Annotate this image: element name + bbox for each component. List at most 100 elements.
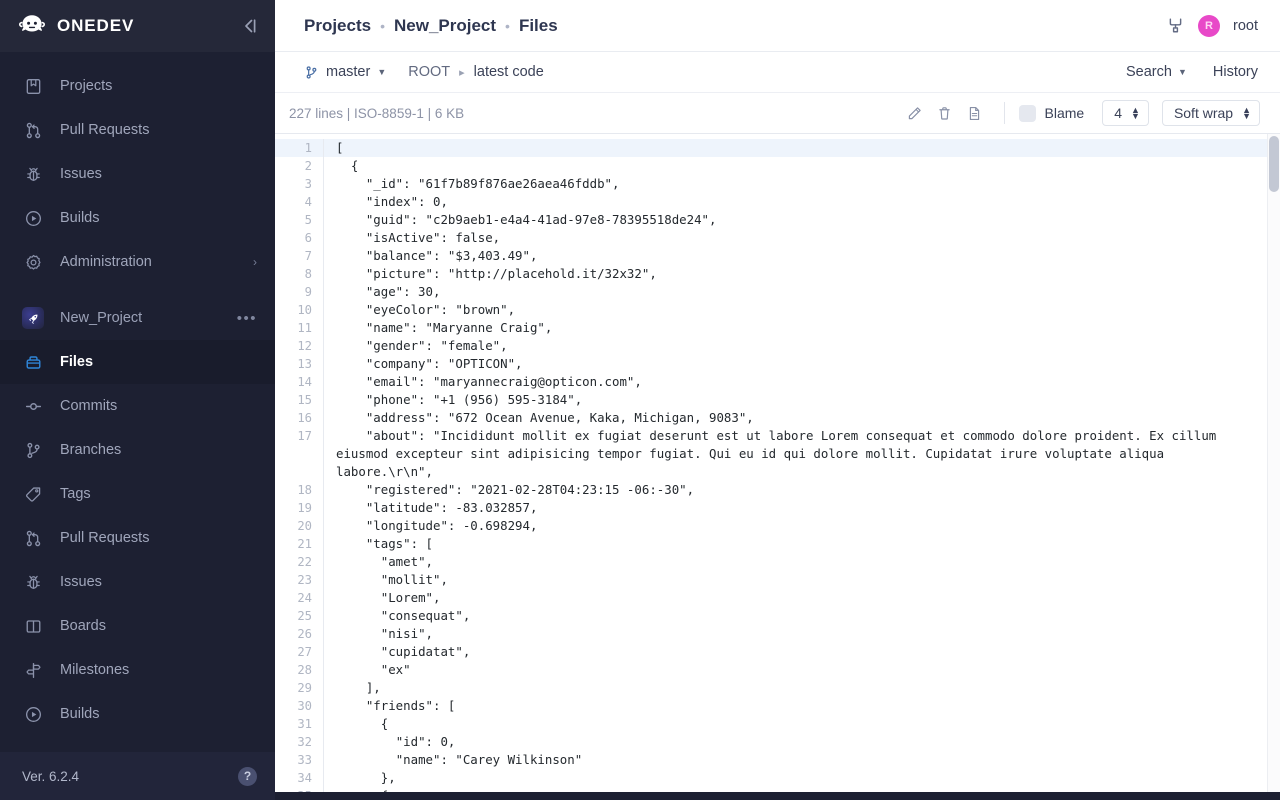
sidebar-item-label: Pull Requests (60, 530, 257, 546)
tab-size-select[interactable]: 4 ▲▼ (1102, 100, 1149, 126)
code-line[interactable]: 10 "eyeColor": "brown", (275, 301, 1280, 319)
line-number: 32 (275, 733, 323, 751)
code-line[interactable]: 34 }, (275, 769, 1280, 787)
sidebar-item-issues[interactable]: Issues (0, 152, 275, 196)
code-text: "company": "OPTICON", (324, 355, 1280, 373)
trash-icon[interactable] (930, 100, 960, 126)
breadcrumb-new-project[interactable]: New_Project (394, 16, 496, 36)
code-line[interactable]: 24 "Lorem", (275, 589, 1280, 607)
milestone-icon (22, 659, 44, 681)
sidebar-item-files[interactable]: Files (0, 340, 275, 384)
code-line[interactable]: 14 "email": "maryannecraig@opticon.com", (275, 373, 1280, 391)
code-line[interactable]: 12 "gender": "female", (275, 337, 1280, 355)
brand-name: ONEDEV (57, 16, 239, 36)
code-line[interactable]: 21 "tags": [ (275, 535, 1280, 553)
code-line[interactable]: 33 "name": "Carey Wilkinson" (275, 751, 1280, 769)
code-text: [ (324, 139, 1280, 157)
code-line[interactable]: 13 "company": "OPTICON", (275, 355, 1280, 373)
sidebar-item-label: Projects (60, 78, 257, 94)
avatar[interactable]: R (1198, 15, 1220, 37)
code-line[interactable]: 25 "consequat", (275, 607, 1280, 625)
code-line[interactable]: 7 "balance": "$3,403.49", (275, 247, 1280, 265)
help-icon[interactable]: ? (238, 767, 257, 786)
code-line[interactable]: 28 "ex" (275, 661, 1280, 679)
code-line[interactable]: 3 "_id": "61f7b89f876ae26aea46fddb", (275, 175, 1280, 193)
sidebar-item-new-project[interactable]: New_Project ••• (0, 296, 275, 340)
vertical-scrollbar[interactable] (1267, 134, 1280, 792)
blame-toggle[interactable] (1019, 105, 1036, 122)
code-line[interactable]: 30 "friends": [ (275, 697, 1280, 715)
path-root[interactable]: ROOT (408, 64, 450, 80)
pencil-icon[interactable] (900, 100, 930, 126)
code-text: ], (324, 679, 1280, 697)
code-text: { (324, 715, 1280, 733)
sidebar-item-pull-requests[interactable]: Pull Requests (0, 108, 275, 152)
sidebar-item-label: Boards (60, 618, 257, 634)
play-circle-icon (22, 207, 44, 229)
code-line[interactable]: 26 "nisi", (275, 625, 1280, 643)
code-line[interactable]: 22 "amet", (275, 553, 1280, 571)
sidebar-item-builds[interactable]: Builds (0, 196, 275, 240)
sidebar-brand[interactable]: ONEDEV (0, 0, 275, 52)
sidebar-item-boards[interactable]: Boards (0, 604, 275, 648)
code-line[interactable]: 15 "phone": "+1 (956) 595-3184", (275, 391, 1280, 409)
blame-label[interactable]: Blame (1045, 105, 1085, 121)
code-line[interactable]: 29 ], (275, 679, 1280, 697)
code-line[interactable]: 16 "address": "672 Ocean Avenue, Kaka, M… (275, 409, 1280, 427)
search-label: Search (1126, 64, 1172, 80)
code-line[interactable]: 1[ (275, 139, 1280, 157)
code-line[interactable]: 35 { (275, 787, 1280, 792)
line-number: 2 (275, 157, 323, 175)
sidebar-item-tags[interactable]: Tags (0, 472, 275, 516)
code-line[interactable]: 18 "registered": "2021-02-28T04:23:15 -0… (275, 481, 1280, 499)
toolbar-divider (1004, 102, 1005, 124)
code-lines[interactable]: 1[2 {3 "_id": "61f7b89f876ae26aea46fddb"… (275, 134, 1280, 792)
code-line[interactable]: 8 "picture": "http://placehold.it/32x32"… (275, 265, 1280, 283)
code-line[interactable]: 31 { (275, 715, 1280, 733)
gear-icon (22, 251, 44, 273)
sidebar-item-milestones[interactable]: Milestones (0, 648, 275, 692)
breadcrumb-files[interactable]: Files (519, 16, 558, 36)
project-more-icon[interactable]: ••• (237, 311, 257, 326)
code-line[interactable]: 23 "mollit", (275, 571, 1280, 589)
git-fork-icon[interactable] (1166, 16, 1185, 35)
code-text: "ex" (324, 661, 1280, 679)
line-number: 21 (275, 535, 323, 553)
code-line[interactable]: 5 "guid": "c2b9aeb1-e4a4-41ad-97e8-78395… (275, 211, 1280, 229)
line-number: 27 (275, 643, 323, 661)
username-label[interactable]: root (1233, 18, 1258, 34)
branch-selector[interactable]: master ▼ (304, 64, 386, 80)
history-button[interactable]: History (1213, 64, 1258, 80)
wrap-mode-select[interactable]: Soft wrap ▲▼ (1162, 100, 1260, 126)
code-line[interactable]: 11 "name": "Maryanne Craig", (275, 319, 1280, 337)
code-line[interactable]: 19 "latitude": -83.032857, (275, 499, 1280, 517)
scrollbar-thumb[interactable] (1269, 136, 1279, 192)
document-icon[interactable] (960, 100, 990, 126)
code-line[interactable]: 6 "isActive": false, (275, 229, 1280, 247)
code-line[interactable]: 9 "age": 30, (275, 283, 1280, 301)
sidebar-item-project-builds[interactable]: Builds (0, 692, 275, 736)
sidebar-item-project-pull-requests[interactable]: Pull Requests (0, 516, 275, 560)
code-line[interactable]: 17 "about": "Incididunt mollit ex fugiat… (275, 427, 1280, 481)
branch-icon (22, 439, 44, 461)
code-line[interactable]: 32 "id": 0, (275, 733, 1280, 751)
line-number: 5 (275, 211, 323, 229)
code-line[interactable]: 27 "cupidatat", (275, 643, 1280, 661)
sidebar-item-projects[interactable]: Projects (0, 64, 275, 108)
sidebar-item-administration[interactable]: Administration › (0, 240, 275, 284)
line-number: 11 (275, 319, 323, 337)
code-line[interactable]: 2 { (275, 157, 1280, 175)
chevron-down-icon: ▼ (1178, 67, 1187, 77)
repo-subheader: master ▼ ROOT ▸ latest code Search ▼ His… (275, 52, 1280, 93)
line-number: 30 (275, 697, 323, 715)
sidebar-item-branches[interactable]: Branches (0, 428, 275, 472)
sidebar-item-project-issues[interactable]: Issues (0, 560, 275, 604)
line-number: 29 (275, 679, 323, 697)
branch-name: master (326, 64, 370, 80)
breadcrumb-projects[interactable]: Projects (304, 16, 371, 36)
code-line[interactable]: 4 "index": 0, (275, 193, 1280, 211)
search-button[interactable]: Search ▼ (1126, 64, 1187, 80)
code-line[interactable]: 20 "longitude": -0.698294, (275, 517, 1280, 535)
sidebar-item-commits[interactable]: Commits (0, 384, 275, 428)
collapse-sidebar-icon[interactable] (239, 15, 261, 37)
